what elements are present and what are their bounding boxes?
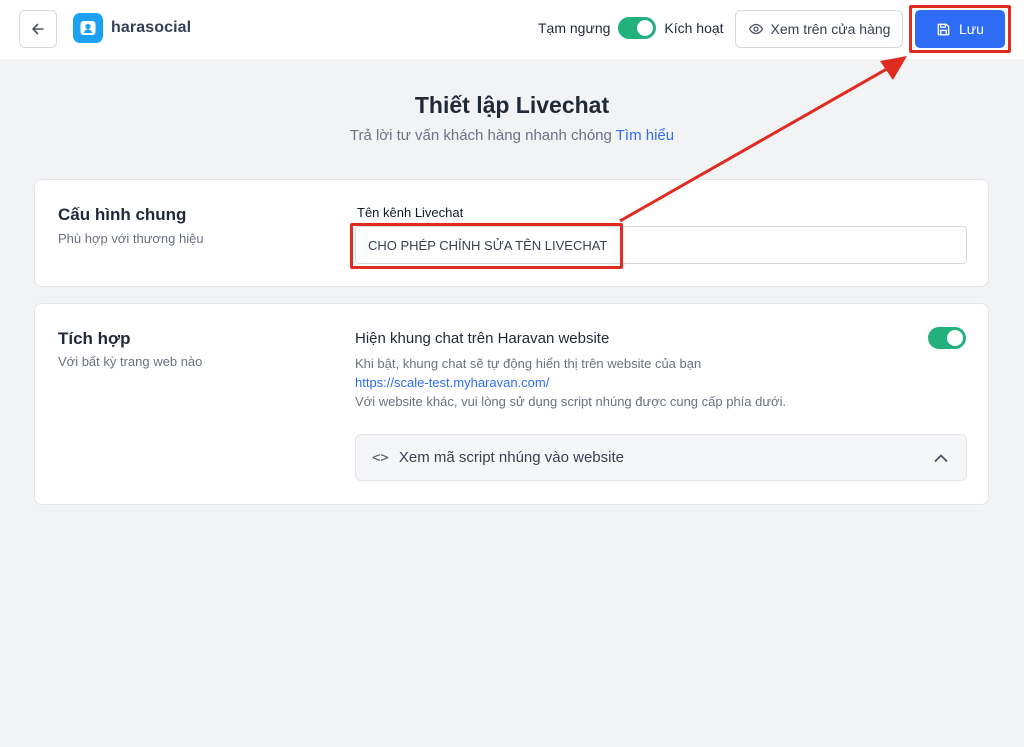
save-button[interactable]: Lưu xyxy=(915,10,1005,48)
channel-name-label: Tên kênh Livechat xyxy=(357,205,464,220)
brand-logo[interactable]: harasocial xyxy=(73,13,191,43)
eye-icon xyxy=(748,23,763,35)
show-chat-option-title: Hiện khung chat trên Haravan website xyxy=(355,330,610,347)
save-disk-icon xyxy=(937,23,950,35)
page-subtitle-text: Trả lời tư vấn khách hàng nhanh chóng xyxy=(349,127,612,144)
other-website-description: Với website khác, vui lòng sử dụng scrip… xyxy=(355,394,787,409)
back-arrow-icon xyxy=(32,23,44,35)
top-bar: harasocial Tạm ngưng Kích hoạt Xem trên … xyxy=(0,0,1024,59)
section-title: Cấu hình chung xyxy=(58,205,187,224)
view-on-store-button[interactable]: Xem trên cửa hàng xyxy=(735,10,903,48)
learn-more-link[interactable]: Tìm hiểu xyxy=(616,127,674,144)
show-chat-description: Khi bật, khung chat sẽ tự động hiển thị … xyxy=(355,356,702,371)
embed-script-label: Xem mã script nhúng vào website xyxy=(398,449,624,466)
section-description: Phù hợp với thương hiệu xyxy=(58,231,204,246)
page-subtitle: Trả lời tư vấn khách hàng nhanh chóng Tì… xyxy=(0,127,1024,144)
save-label: Lưu xyxy=(959,21,984,37)
embed-script-accordion[interactable]: <> Xem mã script nhúng vào website xyxy=(355,434,967,481)
chevron-up-icon xyxy=(934,454,948,462)
show-chat-toggle[interactable] xyxy=(928,327,966,349)
status-on-label: Kích hoạt xyxy=(664,20,724,36)
view-on-store-label: Xem trên cửa hàng xyxy=(770,21,891,37)
page-title: Thiết lập Livechat xyxy=(414,92,610,118)
general-config-card: Cấu hình chung Phù hợp với thương hiệu T… xyxy=(34,179,989,287)
code-icon: <> xyxy=(372,449,389,466)
integration-card: Tích hợp Với bất kỳ trang web nào Hiện k… xyxy=(34,303,989,505)
back-button[interactable] xyxy=(19,10,57,48)
brand-name: harasocial xyxy=(111,19,192,36)
website-url-link[interactable]: https://scale-test.myharavan.com/ xyxy=(355,375,549,390)
harasocial-logo-icon xyxy=(73,13,103,43)
status-off-label: Tạm ngưng xyxy=(538,20,611,36)
section-description: Với bất kỳ trang web nào xyxy=(58,354,203,369)
status-toggle[interactable] xyxy=(618,17,657,39)
channel-status-switch: Tạm ngưng Kích hoạt xyxy=(538,17,724,39)
channel-name-input[interactable] xyxy=(355,226,967,264)
section-title: Tích hợp xyxy=(58,329,131,348)
